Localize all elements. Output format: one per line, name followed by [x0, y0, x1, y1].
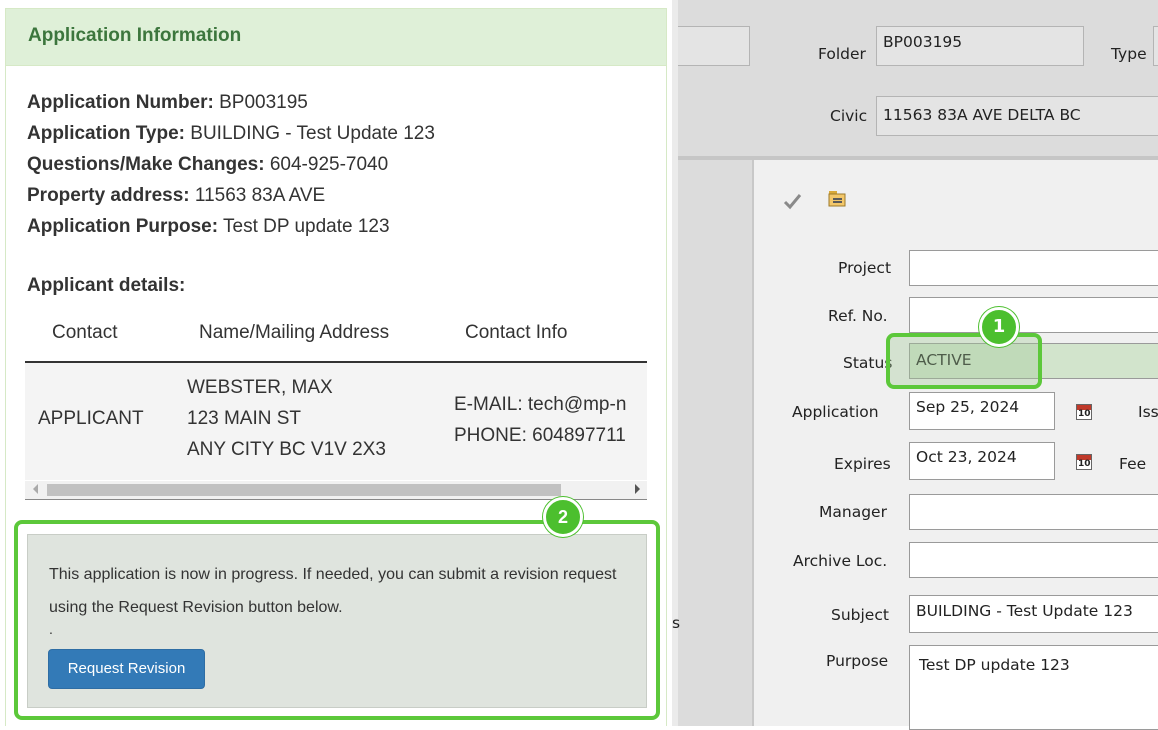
archive-location-field[interactable]: [909, 542, 1158, 578]
info-label: Property address:: [27, 185, 190, 206]
expires-label: Expires: [834, 455, 891, 473]
info-value: 11563 83A AVE: [194, 185, 326, 206]
folder-field[interactable]: BP003195: [876, 26, 1084, 66]
purpose-field[interactable]: Test DP update 123: [909, 645, 1158, 730]
applicant-details-title: Applicant details:: [27, 275, 186, 296]
civic-label: Civic: [830, 107, 868, 125]
calendar-day: 10: [1078, 409, 1091, 419]
permit-form-window: Folder BP003195 Type Civic 11563 83A AVE…: [672, 0, 1158, 730]
callout-badge-1: 1: [979, 307, 1019, 347]
info-label: Questions/Make Changes:: [27, 154, 265, 175]
calendar-day: 10: [1078, 459, 1091, 469]
applicant-table: Contact Name/Mailing Address Contact Inf…: [25, 310, 647, 480]
fee-label: Fee: [1119, 455, 1147, 473]
table-row: APPLICANT WEBSTER, MAX 123 MAIN ST ANY C…: [25, 363, 647, 480]
truncated-label-s: s: [672, 614, 681, 632]
cell-name-line: WEBSTER, MAX: [187, 377, 333, 398]
info-application-type: Application Type: BUILDING - Test Update…: [27, 122, 435, 153]
info-application-number: Application Number: BP003195: [27, 91, 435, 122]
purpose-label: Purpose: [826, 652, 889, 670]
info-label: Application Type:: [27, 123, 185, 144]
horizontal-scrollbar[interactable]: [25, 481, 647, 500]
application-date-field[interactable]: Sep 25, 2024: [909, 392, 1055, 430]
scrollbar-thumb[interactable]: [47, 484, 561, 496]
folder-icon[interactable]: [827, 188, 849, 208]
scroll-left-icon[interactable]: [33, 484, 38, 494]
project-label: Project: [838, 259, 892, 277]
refno-label: Ref. No.: [828, 307, 888, 325]
panel-heading: Application Information: [5, 8, 667, 66]
issued-label: Iss: [1138, 403, 1158, 421]
application-info-list: Application Number: BP003195 Application…: [27, 91, 435, 246]
info-value: Test DP update 123: [223, 216, 390, 237]
highlight-frame-revision: [14, 520, 660, 720]
folder-label: Folder: [818, 45, 866, 63]
info-label: Application Purpose:: [27, 216, 219, 237]
cell-email: E-MAIL: tech@mp-n: [454, 394, 627, 415]
type-label: Type: [1111, 45, 1147, 63]
calendar-icon[interactable]: 10: [1076, 404, 1092, 420]
callout-badge-2: 2: [543, 497, 583, 537]
column-header-address: Name/Mailing Address: [199, 322, 390, 343]
left-column: [678, 160, 754, 726]
application-date-label: Application: [792, 403, 879, 421]
manager-label: Manager: [819, 503, 887, 521]
type-field[interactable]: [1153, 26, 1158, 66]
refno-field[interactable]: [909, 297, 1158, 333]
cell-city-line: ANY CITY BC V1V 2X3: [187, 439, 386, 460]
info-value: BUILDING - Test Update 123: [190, 123, 435, 144]
info-application-purpose: Application Purpose: Test DP update 123: [27, 215, 435, 246]
info-label: Application Number:: [27, 92, 214, 113]
status-label: Status: [843, 354, 893, 372]
subject-field[interactable]: BUILDING - Test Update 123: [909, 595, 1158, 633]
cell-contact-type: APPLICANT: [38, 408, 144, 429]
column-header-contact-info: Contact Info: [465, 322, 568, 343]
info-value: BP003195: [219, 92, 308, 113]
project-field[interactable]: [909, 250, 1158, 286]
truncated-field: [678, 26, 750, 66]
info-property-address: Property address: 11563 83A AVE: [27, 184, 435, 215]
info-value: 604-925-7040: [269, 154, 389, 175]
archive-location-label: Archive Loc.: [793, 552, 888, 570]
check-icon[interactable]: [783, 192, 803, 210]
civic-field[interactable]: 11563 83A AVE DELTA BC: [876, 96, 1158, 136]
application-info-panel: Application Information Application Numb…: [0, 0, 672, 726]
manager-field[interactable]: [909, 494, 1158, 530]
highlight-frame-status: [886, 333, 1042, 389]
scroll-right-icon[interactable]: [635, 484, 640, 494]
cell-phone: PHONE: 604897711: [454, 425, 626, 446]
column-header-contact: Contact: [52, 322, 118, 343]
info-questions-phone: Questions/Make Changes: 604-925-7040: [27, 153, 435, 184]
calendar-icon[interactable]: 10: [1076, 454, 1092, 470]
cell-address-line: 123 MAIN ST: [187, 408, 302, 429]
subject-label: Subject: [831, 606, 889, 624]
expires-field[interactable]: Oct 23, 2024: [909, 442, 1055, 480]
